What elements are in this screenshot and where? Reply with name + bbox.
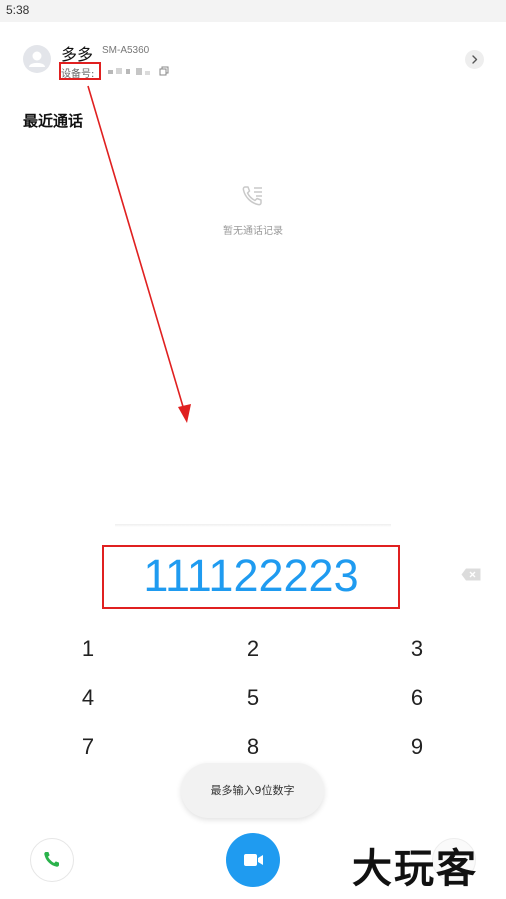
voice-call-button[interactable] (30, 838, 74, 882)
key-3[interactable]: 3 (377, 629, 457, 669)
backspace-icon[interactable] (461, 568, 481, 581)
key-2[interactable]: 2 (213, 629, 293, 669)
watermark: 大玩客 (352, 846, 478, 892)
video-camera-icon (244, 854, 263, 866)
device-id-mosaic (100, 66, 152, 76)
phone-log-icon (242, 186, 262, 206)
contact-detail-button[interactable] (465, 50, 484, 69)
device-model: SM-A5360 (102, 45, 150, 56)
dialer-screen: 5:38 多多 SM-A5360 设备号: 最近通话 暂无通话记录 111122… (0, 0, 506, 899)
empty-state-text: 暂无通话记录 (223, 226, 283, 237)
key-8[interactable]: 8 (213, 727, 293, 767)
key-1[interactable]: 1 (48, 629, 128, 669)
key-6[interactable]: 6 (377, 678, 457, 718)
keypad-divider (115, 524, 391, 527)
video-call-button[interactable] (226, 833, 280, 887)
annotation-box-device-id (59, 62, 101, 80)
key-5[interactable]: 5 (213, 678, 293, 718)
avatar[interactable] (23, 45, 51, 73)
chevron-right-icon (472, 55, 478, 64)
key-4[interactable]: 4 (48, 678, 128, 718)
key-7[interactable]: 7 (48, 727, 128, 767)
status-time: 5:38 (6, 3, 30, 17)
annotation-box-number (102, 545, 400, 609)
copy-icon[interactable] (159, 66, 169, 76)
person-icon (29, 51, 45, 67)
phone-icon (44, 852, 59, 867)
status-bar: 5:38 (0, 0, 506, 22)
recent-calls-title: 最近通话 (23, 112, 84, 130)
toast-message: 最多输入9位数字 (181, 763, 324, 818)
key-9[interactable]: 9 (377, 727, 457, 767)
